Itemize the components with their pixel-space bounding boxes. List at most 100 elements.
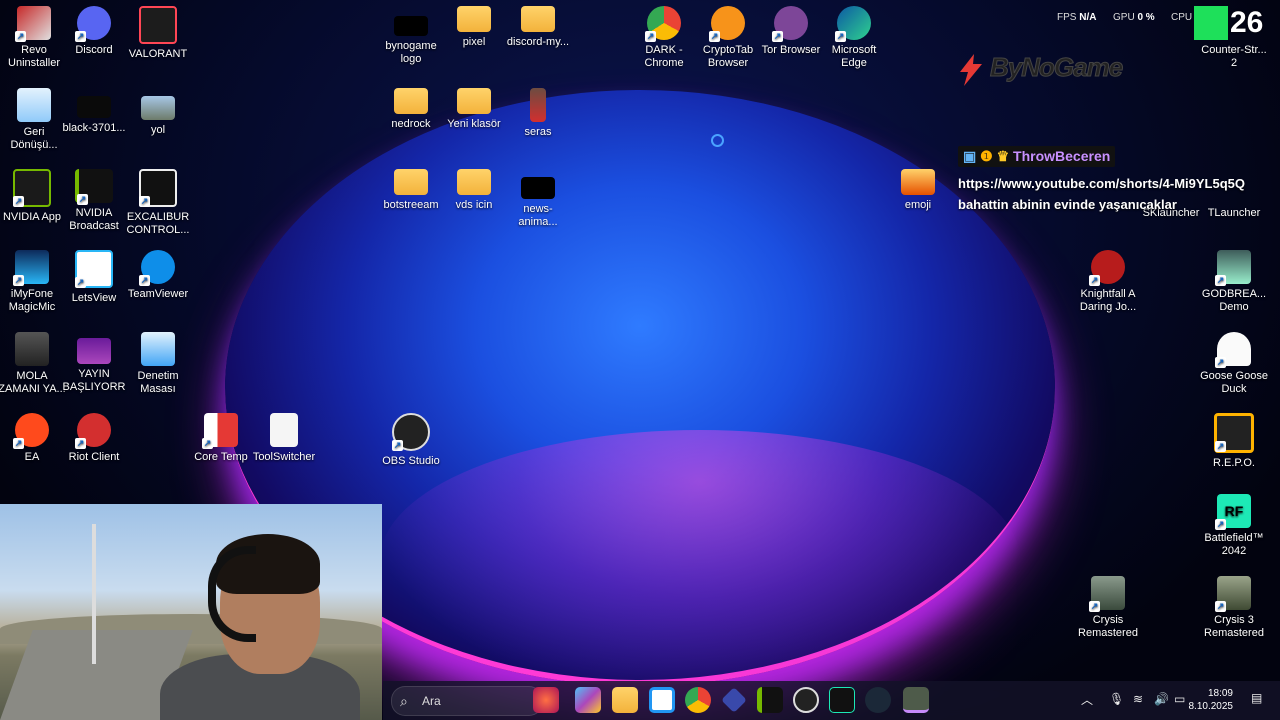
desktop-icon-nedrock[interactable]: nedrock bbox=[377, 88, 445, 131]
revo-icon: ↗ bbox=[15, 6, 51, 42]
taskbar-clock[interactable]: 18:09 8.10.2025 bbox=[1183, 687, 1234, 713]
desktop-icon-nvidia-app[interactable]: ↗ NVIDIA App bbox=[0, 169, 66, 224]
nvidia-taskbar-icon[interactable] bbox=[757, 687, 783, 713]
desktop-icon-dark-chrome[interactable]: ↗ DARK - Chrome bbox=[630, 6, 698, 70]
icon-label: botstreeam bbox=[383, 199, 439, 211]
wallpaper-glow bbox=[380, 430, 1020, 690]
desktop-icon-obs[interactable]: ↗ OBS Studio bbox=[377, 413, 445, 468]
microphone-icon[interactable]: 🎙 bbox=[1109, 692, 1124, 706]
desktop-icon-vds-icin[interactable]: vds icin bbox=[440, 169, 508, 212]
letsview-icon: ↗ bbox=[75, 250, 113, 288]
cpu-label: CPU bbox=[1171, 12, 1193, 23]
desktop-icon-crysis[interactable]: ↗ Crysis Remastered bbox=[1074, 576, 1142, 640]
search-highlight-icon[interactable] bbox=[533, 687, 559, 713]
desktop-icon-teamviewer[interactable]: ↗ TeamViewer bbox=[124, 250, 192, 301]
desktop-icon-yayin[interactable]: YAYIN BAŞLIYORR bbox=[60, 332, 128, 394]
kick-logo-icon bbox=[1194, 6, 1228, 40]
icon-label: news-anima... bbox=[518, 203, 558, 228]
icon-label: vds icin bbox=[455, 199, 493, 211]
loading-spinner-icon bbox=[711, 134, 724, 147]
copilot-icon[interactable] bbox=[575, 687, 601, 713]
fps-label: FPS bbox=[1057, 12, 1077, 23]
steam-icon[interactable] bbox=[865, 687, 891, 713]
desktop-icon-imyfone[interactable]: ↗ iMyFone MagicMic bbox=[0, 250, 66, 314]
video-file-icon bbox=[77, 338, 111, 364]
icon-label: R.E.P.O. bbox=[1213, 457, 1255, 469]
desktop-icon-pixel[interactable]: pixel bbox=[440, 6, 508, 49]
wifi-icon[interactable]: ≋ bbox=[1133, 692, 1143, 706]
icon-label: Goose Goose Duck bbox=[1200, 370, 1268, 395]
tray-expand-icon[interactable]: ︿ bbox=[1081, 691, 1093, 708]
desktop-icon-battlefield[interactable]: RF ↗ Battlefield™ 2042 bbox=[1200, 494, 1268, 558]
desktop-icon-repo[interactable]: ↗ R.E.P.O. bbox=[1200, 413, 1268, 470]
repo-icon: ↗ bbox=[1214, 413, 1254, 453]
chat-username: ThrowBeceren bbox=[1013, 148, 1111, 164]
desktop-icon-mola[interactable]: MOLA ZAMANI YA... bbox=[0, 332, 66, 396]
goose-icon: ↗ bbox=[1215, 332, 1251, 368]
desktop-icon-coretemp[interactable]: ↗ Core Temp bbox=[187, 413, 255, 464]
desktop-icon-letsview[interactable]: ↗ LetsView bbox=[60, 250, 128, 305]
cryptotab-icon: ↗ bbox=[709, 6, 745, 42]
terminal-icon[interactable] bbox=[829, 687, 855, 713]
desktop-icon-goose[interactable]: ↗ Goose Goose Duck bbox=[1200, 332, 1268, 396]
icon-label: MOLA ZAMANI YA... bbox=[0, 370, 66, 395]
excalibur-icon: ↗ bbox=[139, 169, 177, 207]
desktop-icon-emoji[interactable]: emoji bbox=[884, 169, 952, 212]
desktop-icon-knightfall[interactable]: ↗ Knightfall A Daring Jo... bbox=[1074, 250, 1142, 314]
desktop-icon-yol[interactable]: yol bbox=[124, 88, 192, 137]
file-explorer-icon[interactable] bbox=[612, 687, 638, 713]
video-file-icon bbox=[15, 332, 49, 366]
notification-icon[interactable]: ▤ bbox=[1251, 691, 1262, 705]
riot-icon: ↗ bbox=[75, 413, 111, 449]
desktop-icon-black[interactable]: black-3701... bbox=[60, 88, 128, 135]
store-icon[interactable] bbox=[649, 687, 675, 713]
desktop-icon-ea[interactable]: ↗ EA bbox=[0, 413, 66, 464]
icon-label: Geri Dönüşü... bbox=[10, 126, 58, 151]
icon-label: pixel bbox=[462, 36, 486, 48]
desktop-icon-crysis3[interactable]: ↗ Crysis 3 Remastered bbox=[1200, 576, 1268, 640]
desktop-icon-edge[interactable]: ↗ Microsoft Edge bbox=[820, 6, 888, 70]
chrome-icon[interactable] bbox=[685, 687, 711, 713]
teamviewer-icon: ↗ bbox=[139, 250, 175, 286]
desktop-icon-tor[interactable]: ↗ Tor Browser bbox=[757, 6, 825, 57]
edge-icon: ↗ bbox=[835, 6, 871, 42]
desktop-icon-revo[interactable]: ↗ Revo Uninstaller bbox=[0, 6, 68, 70]
image-file-icon bbox=[394, 16, 428, 36]
desktop-icon-discord[interactable]: ↗ Discord bbox=[60, 6, 128, 57]
active-app-icon[interactable] bbox=[903, 687, 929, 713]
icon-label: Knightfall A Daring Jo... bbox=[1079, 288, 1137, 313]
crown-icon: ♛ bbox=[996, 148, 1010, 164]
obs-taskbar-icon[interactable] bbox=[793, 687, 819, 713]
icon-label: Yeni klasör bbox=[447, 118, 501, 130]
diamond-app-icon[interactable] bbox=[721, 687, 747, 713]
desktop-icon-riot[interactable]: ↗ Riot Client bbox=[60, 413, 128, 464]
badge-one-icon: ❶ bbox=[980, 148, 993, 164]
valorant-icon bbox=[139, 6, 177, 44]
desktop-icon-excalibur[interactable]: ↗ EXCALIBUR CONTROL... bbox=[124, 169, 192, 237]
chat-user-badge: ▣ ❶ ♛ ThrowBeceren bbox=[958, 146, 1116, 167]
desktop-icon-seras[interactable]: seras bbox=[504, 88, 572, 139]
icon-label: Microsoft Edge bbox=[831, 44, 877, 69]
icon-label: LetsView bbox=[71, 292, 117, 304]
stream-counter: 26 bbox=[1194, 4, 1272, 40]
icon-label: Riot Client bbox=[68, 451, 120, 463]
search-placeholder: Ara bbox=[422, 694, 441, 708]
desktop-icon-cryptotab[interactable]: ↗ CryptoTab Browser bbox=[694, 6, 762, 70]
light-pole bbox=[92, 524, 96, 664]
desktop-icon-godbreakers[interactable]: ↗ GODBREA... Demo bbox=[1200, 250, 1268, 314]
desktop-icon-nvidia-broadcast[interactable]: ↗ NVIDIA Broadcast bbox=[60, 169, 128, 233]
desktop-icon-valorant[interactable]: VALORANT bbox=[124, 6, 192, 61]
desktop-icon-recycle-bin[interactable]: Geri Dönüşü... bbox=[0, 88, 68, 152]
volume-icon[interactable]: 🔊 bbox=[1154, 692, 1169, 706]
desktop-icon-botstreeam[interactable]: botstreeam bbox=[377, 169, 445, 212]
desktop-icon-news-anima[interactable]: news-anima... bbox=[504, 169, 572, 229]
icon-label: black-3701... bbox=[62, 122, 126, 134]
icon-label: YAYIN BAŞLIYORR bbox=[62, 368, 126, 393]
desktop-icon-bynogame-logo[interactable]: bynogame logo bbox=[377, 6, 445, 66]
taskbar-search[interactable]: ⌕ Ara bbox=[391, 686, 543, 716]
counter-value: 26 bbox=[1230, 6, 1264, 39]
desktop-icon-denetim[interactable]: Denetim Masası bbox=[124, 332, 192, 396]
desktop-icon-yeni-klasor[interactable]: Yeni klasör bbox=[440, 88, 508, 131]
desktop-icon-toolswitcher[interactable]: ToolSwitcher bbox=[250, 413, 318, 464]
desktop-icon-discord-my[interactable]: discord-my... bbox=[504, 6, 572, 49]
